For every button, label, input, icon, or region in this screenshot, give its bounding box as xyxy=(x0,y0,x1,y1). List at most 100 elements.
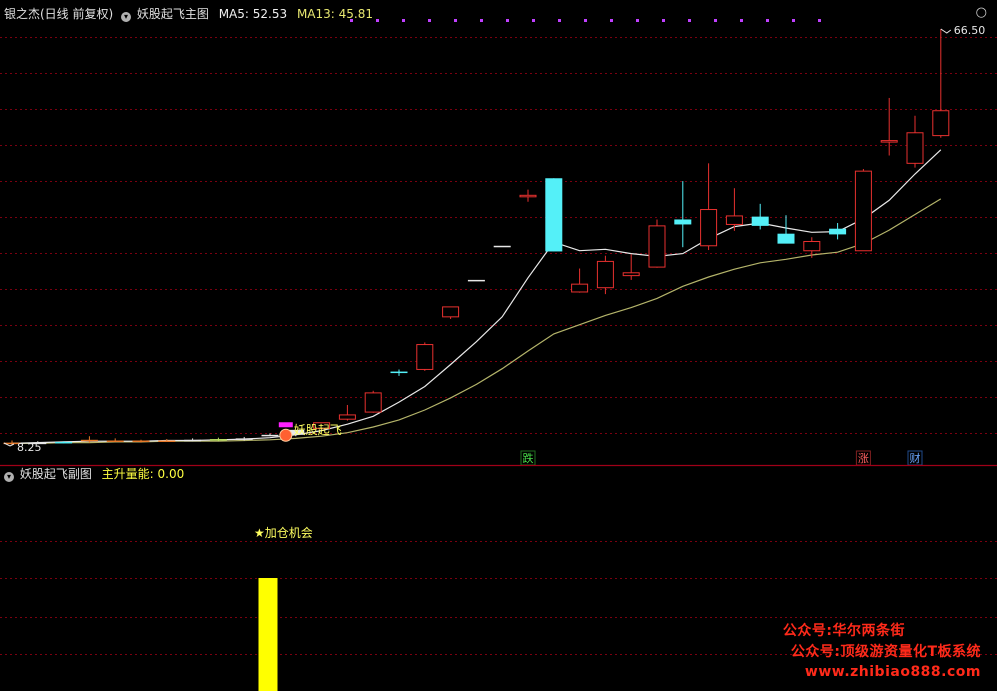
sub-collapse-icon[interactable]: ▾ xyxy=(4,472,14,482)
signal-dot xyxy=(818,19,821,22)
candle-body xyxy=(467,279,485,282)
ma5-value: MA5: 52.53 xyxy=(218,7,288,21)
candle[interactable] xyxy=(467,279,485,282)
candle-body xyxy=(622,272,640,277)
main-annotations: 66.50 8.25 妖股起飞跌 涨 财 xyxy=(3,24,986,466)
signal-dots xyxy=(350,19,821,22)
candle[interactable] xyxy=(854,169,872,252)
candle-body xyxy=(571,283,589,293)
chart-frame: 66.50 8.25 妖股起飞跌 涨 财 ★加仓机会 xyxy=(0,19,997,691)
candle[interactable] xyxy=(906,115,924,168)
start-marker-ball xyxy=(279,428,293,442)
window-circle-icon[interactable]: ○ xyxy=(976,5,987,21)
candle[interactable] xyxy=(596,255,614,295)
signal-dot xyxy=(584,19,587,22)
candle[interactable] xyxy=(416,342,434,371)
energy-value: 主升量能: 0.00 xyxy=(101,467,185,481)
signal-dot xyxy=(610,19,613,22)
candle-body xyxy=(700,209,718,247)
candle-body xyxy=(854,170,872,252)
candle[interactable] xyxy=(364,390,382,413)
signal-dot xyxy=(480,19,483,22)
ma13-line xyxy=(12,198,942,444)
candle[interactable] xyxy=(390,369,408,376)
candle[interactable] xyxy=(106,438,124,443)
candle-body xyxy=(80,439,98,442)
candle[interactable] xyxy=(338,404,356,421)
candle-body xyxy=(55,441,73,444)
candle-body xyxy=(209,439,227,441)
low-price-label: 8.25 xyxy=(17,441,42,454)
energy-bar[interactable] xyxy=(258,578,278,691)
signal-dot xyxy=(428,19,431,22)
signal-dot xyxy=(636,19,639,22)
watermark-line-1: 公众号:华尔两条街 xyxy=(782,623,905,639)
candle-body xyxy=(519,194,537,198)
candle[interactable] xyxy=(880,97,898,156)
add-position-label: ★加仓机会 xyxy=(254,526,313,540)
signal-dot xyxy=(402,19,405,22)
start-signal-label: 妖股起飞 xyxy=(294,423,342,437)
candle[interactable] xyxy=(519,189,537,202)
candle[interactable] xyxy=(829,223,847,240)
candle-body xyxy=(932,110,950,137)
candle[interactable] xyxy=(158,439,176,443)
candle[interactable] xyxy=(648,219,666,268)
signal-dot xyxy=(532,19,535,22)
candle[interactable] xyxy=(622,254,640,280)
candle-body xyxy=(648,225,666,268)
signal-dot xyxy=(454,19,457,22)
candle-body xyxy=(261,434,279,437)
indicator-name[interactable]: 妖股起飞主图 xyxy=(137,7,209,21)
watermark-line-2: 公众号:顶级游资量化T板系统 xyxy=(790,644,981,660)
candle[interactable] xyxy=(442,306,460,319)
candle-body xyxy=(338,414,356,420)
candle-body xyxy=(725,215,743,225)
candle-body xyxy=(880,140,898,143)
stock-name[interactable]: 银之杰(日线 前复权) xyxy=(4,7,113,21)
signal-tag: 跌 xyxy=(523,451,534,465)
energy-bars[interactable] xyxy=(258,578,278,691)
candle[interactable] xyxy=(751,203,769,230)
candle-body xyxy=(106,440,124,443)
start-marker-bar xyxy=(278,422,293,428)
high-pointer xyxy=(940,28,952,34)
candle-body xyxy=(390,371,408,374)
candle-body xyxy=(442,306,460,318)
candle-body xyxy=(803,241,821,252)
candle-body xyxy=(777,233,795,244)
candle[interactable] xyxy=(674,181,692,248)
ma5-line xyxy=(11,149,942,444)
candle-body xyxy=(364,392,382,413)
candle[interactable] xyxy=(571,268,589,293)
signal-tag: 财 xyxy=(910,451,921,465)
collapse-icon[interactable]: ▾ xyxy=(121,12,132,22)
signal-dot xyxy=(688,19,691,22)
signal-dot xyxy=(662,19,665,22)
sub-annotations: ★加仓机会 xyxy=(254,526,313,540)
watermark-line-3: www.zhibiao888.com xyxy=(804,664,981,680)
candle[interactable] xyxy=(545,178,563,252)
candle[interactable] xyxy=(184,438,202,442)
candle-body xyxy=(674,219,692,225)
moving-averages xyxy=(11,149,942,444)
signal-dot xyxy=(376,19,379,22)
candle[interactable] xyxy=(932,29,950,138)
candle[interactable] xyxy=(725,188,743,231)
candle[interactable] xyxy=(493,245,511,248)
candle-body xyxy=(184,439,202,442)
candle[interactable] xyxy=(700,163,718,251)
signal-dot xyxy=(714,19,717,22)
signal-dot xyxy=(740,19,743,22)
ma13-value: MA13: 45.81 xyxy=(296,7,373,21)
candlesticks[interactable] xyxy=(3,29,950,446)
candle-body xyxy=(493,245,511,248)
high-price-label: 66.50 xyxy=(954,24,986,37)
signal-dot xyxy=(766,19,769,22)
candle-body xyxy=(545,178,563,252)
sub-indicator-name[interactable]: 妖股起飞副图 xyxy=(20,467,92,481)
candle-body xyxy=(235,438,253,440)
candle-body xyxy=(906,132,924,164)
candle-body xyxy=(596,260,614,289)
main-header: 银之杰(日线 前复权) ▾ 妖股起飞主图 MA5: 52.53 MA13: 45… xyxy=(4,6,373,22)
